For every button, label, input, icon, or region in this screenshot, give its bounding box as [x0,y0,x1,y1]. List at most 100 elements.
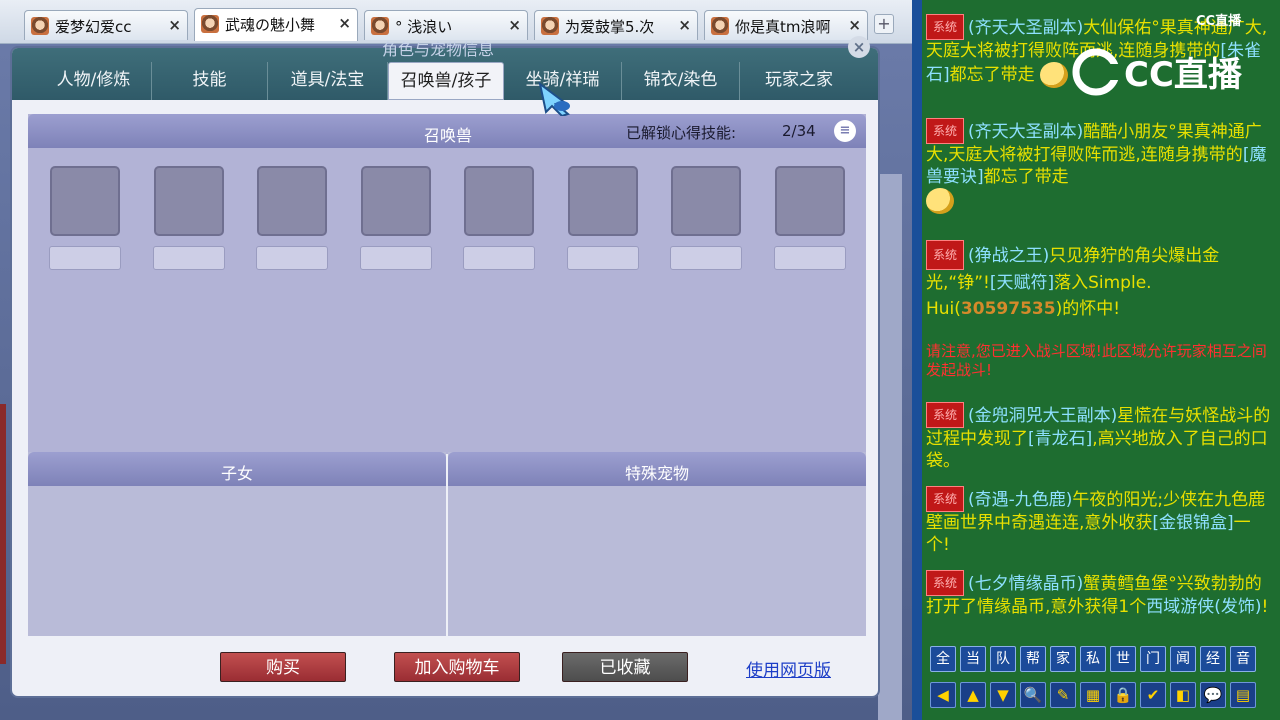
arrow-up-icon[interactable]: ▲ [960,682,986,708]
unlock-label: 已解锁心得技能: [626,124,737,142]
add-to-cart-button[interactable]: 加入购物车 [394,652,520,682]
chat-message: 系统 (金兜洞兕大王副本)星慌在与妖怪战斗的过程中发现了[青龙石],高兴地放入了自… [926,402,1272,472]
close-icon[interactable]: × [848,16,861,34]
chat-bubble-icon[interactable]: 💬 [1200,682,1226,708]
close-icon[interactable]: × [168,16,181,34]
summon-slot[interactable] [154,166,224,236]
system-badge: 系统 [926,240,965,270]
arrow-down-icon[interactable]: ▼ [990,682,1016,708]
children-header: 子女 [28,452,446,486]
search-icon[interactable]: 🔍 [1020,682,1046,708]
channel-button[interactable]: 音 [1230,646,1256,672]
channel-button[interactable]: 经 [1200,646,1226,672]
dialog-title: 角色与宠物信息 [382,40,495,59]
tab-title: 武魂の魅小舞 [225,16,316,34]
pet-info-dialog: 角色与宠物信息 × 人物/修炼 技能 道具/法宝 召唤兽/孩子 坐骑/祥瑞 锦衣… [10,36,880,698]
close-icon[interactable]: × [678,16,691,34]
close-icon[interactable]: × [848,36,870,58]
tab-character[interactable]: 人物/修炼 [36,62,152,100]
dialog-header: 角色与宠物信息 × 人物/修炼 技能 道具/法宝 召唤兽/孩子 坐骑/祥瑞 锦衣… [12,36,878,100]
special-pet-title: 特殊宠物 [624,464,689,483]
tab-outfits[interactable]: 锦衣/染色 [622,62,740,100]
player-id: 30597535 [960,299,1056,319]
check-icon[interactable]: ✔ [1140,682,1166,708]
summon-panel: 召唤兽 已解锁心得技能: 2/34 ≡ [28,114,866,454]
channel-button[interactable]: 世 [1110,646,1136,672]
buy-button[interactable]: 购买 [220,652,346,682]
cc-logo-text: CC直播 [1124,55,1243,95]
browser-tab[interactable]: 你是真tm浪啊 × [704,10,868,40]
emoji-icon [926,188,954,214]
children-title: 子女 [220,464,253,483]
summon-slot-label [256,246,328,270]
unlock-count: 2/34 [782,122,816,140]
summon-slot[interactable] [257,166,327,236]
summon-slot-label [567,246,639,270]
lock-icon[interactable]: 🔒 [1110,682,1136,708]
message-source: (狰战之王) [968,246,1050,266]
avatar-icon [541,17,559,35]
collected-button[interactable]: 已收藏 [562,652,688,682]
browser-tab[interactable]: 爱梦幻爱cc × [24,10,188,40]
summon-slot[interactable] [464,166,534,236]
summon-slot[interactable] [671,166,741,236]
summon-slot[interactable] [50,166,120,236]
avatar-icon [31,17,49,35]
message-text: ! [1261,597,1269,617]
tab-player-home[interactable]: 玩家之家 [740,62,858,100]
arrow-left-icon[interactable]: ◀ [930,682,956,708]
tab-skills[interactable]: 技能 [152,62,268,100]
summon-slot[interactable] [568,166,638,236]
tab-title: 为爱鼓掌5.次 [565,18,655,36]
chat-message: 系统 (奇遇-九色鹿)午夜的阳光;少侠在九色鹿壁画世界中奇遇连连,意外收获[金银锦… [926,486,1272,556]
close-icon[interactable]: × [338,14,351,32]
message-source: (奇遇-九色鹿) [968,490,1073,510]
chat-panel: 系统 (齐天大圣副本)大仙保佑°果真神通广大,天庭大将被打得败阵而逃,连随身携带的… [922,0,1280,720]
special-pet-panel: 特殊宠物 [448,452,866,636]
special-pet-header: 特殊宠物 [448,452,866,486]
cc-live-logo: CC直播 [1072,48,1243,96]
message-source: (金兜洞兕大王副本) [968,406,1118,426]
children-panel: 子女 [28,452,446,636]
warning-message: 请注意,您已进入战斗区域!此区域允许玩家相互之间发起战斗! [926,342,1267,379]
channel-button[interactable]: 私 [1080,646,1106,672]
list-icon[interactable]: ▤ [1230,682,1256,708]
browser-tab-active[interactable]: 武魂の魅小舞 × [194,8,358,41]
message-text: 都忘了带走 [983,167,1069,187]
message-text: 都忘了带走 [949,65,1035,85]
summon-title: 召唤兽 [424,126,473,145]
summon-slot[interactable] [361,166,431,236]
item-link[interactable]: [天赋符] [990,273,1054,293]
summon-slot[interactable] [775,166,845,236]
tab-summons[interactable]: 召唤兽/孩子 [388,62,504,100]
message-source: (七夕情缘晶币) [968,574,1084,594]
channel-button[interactable]: 家 [1050,646,1076,672]
scene-edge [0,404,6,664]
message-source: (齐天大圣副本) [968,18,1084,38]
new-tab-button[interactable]: + [874,14,894,34]
emoji-icon [1040,62,1069,88]
item-link[interactable]: [金银锦盒] [1152,513,1233,533]
browser-tab[interactable]: 为爱鼓掌5.次 × [534,10,698,40]
channel-button[interactable]: 当 [960,646,986,672]
panel-divider [912,0,922,720]
tab-items[interactable]: 道具/法宝 [268,62,388,100]
system-badge: 系统 [926,14,965,40]
chat-message: 系统 (狰战之王)只见狰狞的角尖爆出金光,“铮”![天赋符]落入Simple. H… [926,240,1272,322]
channel-button[interactable]: 全 [930,646,956,672]
channel-button[interactable]: 闻 [1170,646,1196,672]
close-icon[interactable]: × [508,16,521,34]
item-link[interactable]: 西域游侠(发饰) [1146,597,1261,617]
edit-icon[interactable]: ✎ [1050,682,1076,708]
cc-live-small-logo: CC直播 [1196,14,1242,29]
summon-slot-label [670,246,742,270]
web-version-link[interactable]: 使用网页版 [746,656,831,681]
menu-icon[interactable]: ≡ [834,120,856,142]
channel-button[interactable]: 帮 [1020,646,1046,672]
channel-button[interactable]: 队 [990,646,1016,672]
grid-icon[interactable]: ▦ [1080,682,1106,708]
avatar-icon [201,15,219,33]
window-icon[interactable]: ◧ [1170,682,1196,708]
channel-button[interactable]: 门 [1140,646,1166,672]
item-link[interactable]: [青龙石] [1028,429,1092,449]
